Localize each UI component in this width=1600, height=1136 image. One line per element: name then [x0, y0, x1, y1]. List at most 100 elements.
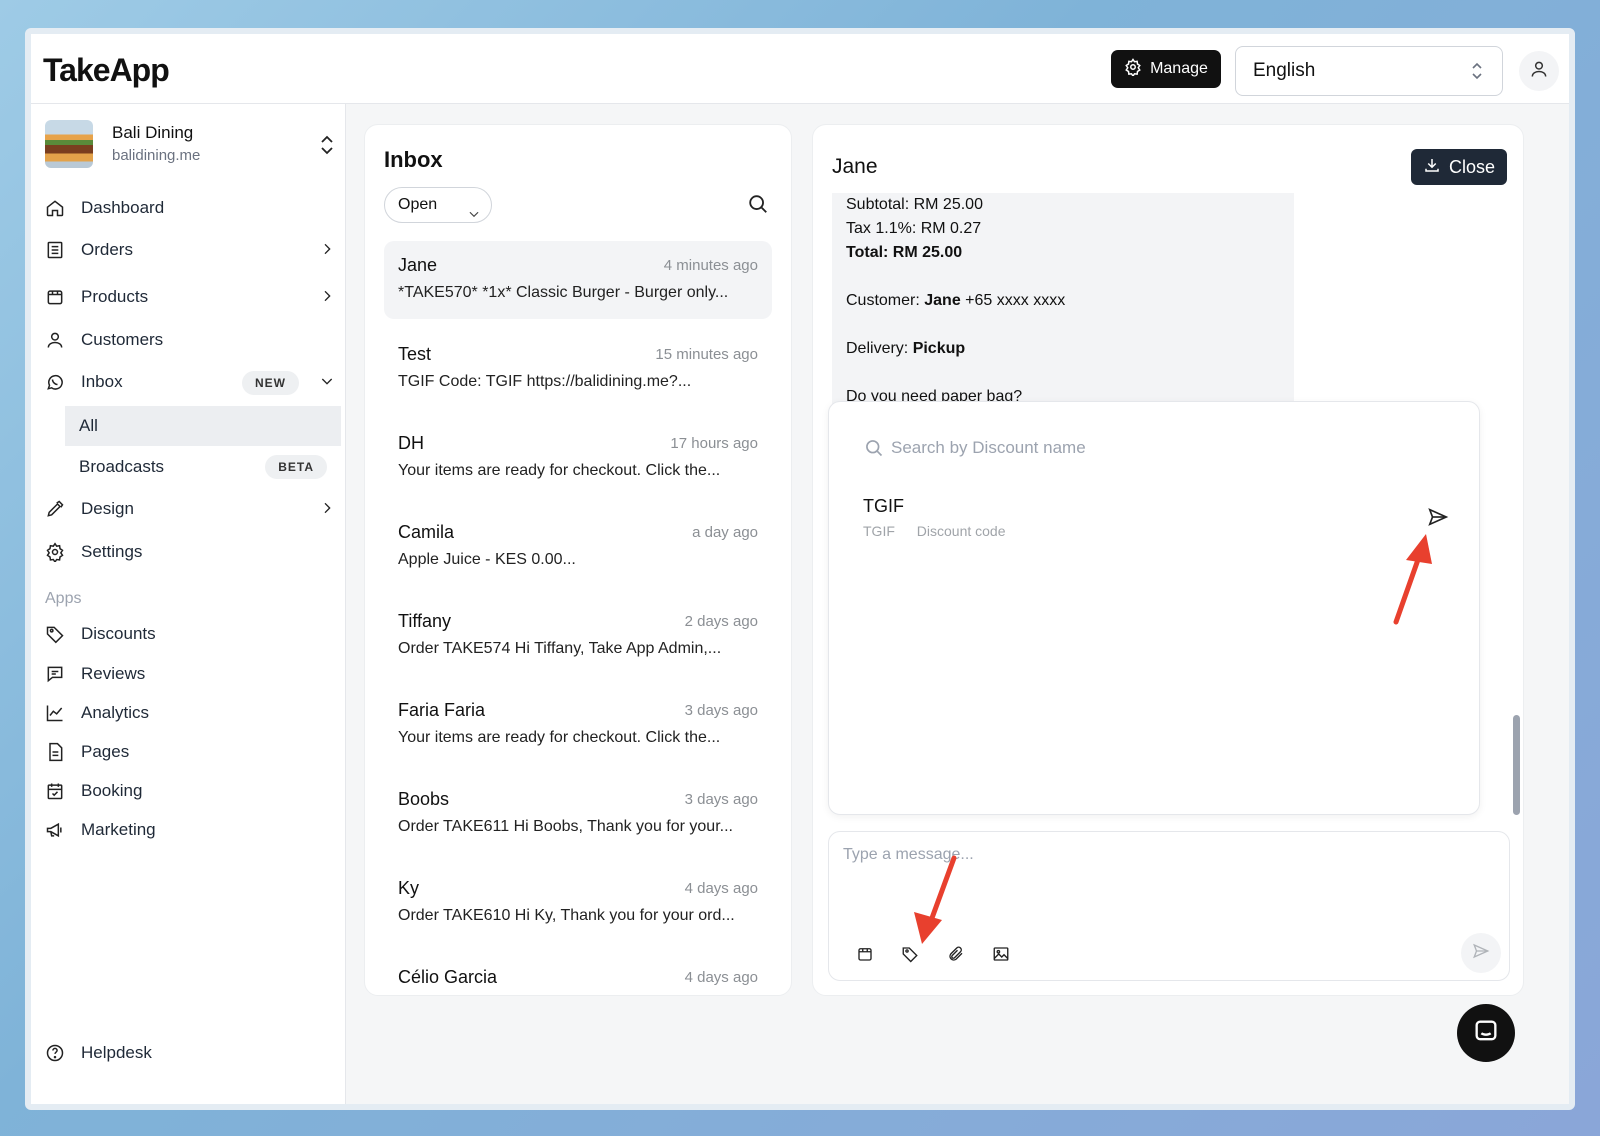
message-input[interactable] — [843, 846, 1483, 906]
language-select[interactable]: English — [1235, 46, 1503, 96]
conversation-item[interactable]: Camila a day ago Apple Juice - KES 0.00.… — [384, 508, 772, 586]
top-bar: TakeApp Manage English — [31, 34, 1569, 104]
sidebar-item-inbox[interactable]: Inbox NEW — [45, 364, 335, 400]
discount-name: TGIF — [863, 496, 904, 516]
sidebar: Bali Dining balidining.me Dashboard Orde… — [31, 104, 346, 1104]
calendar-check-icon — [45, 780, 71, 802]
sidebar-item-label: Broadcasts — [79, 457, 165, 476]
pen-icon — [45, 498, 71, 520]
status-filter-select[interactable]: Open — [384, 187, 492, 223]
sidebar-item-label: Helpdesk — [81, 1043, 152, 1062]
conversation-item[interactable]: Boobs 3 days ago Order TAKE611 Hi Boobs,… — [384, 775, 772, 853]
chat-bubble-icon — [1472, 1017, 1500, 1050]
gear-icon — [45, 541, 71, 563]
sidebar-subitem-all[interactable]: All — [65, 406, 341, 446]
sidebar-item-label: Dashboard — [81, 198, 165, 217]
chevron-right-icon — [319, 500, 335, 521]
chat-scrollbar[interactable] — [1513, 715, 1520, 815]
message-delivery: Delivery: Pickup — [846, 340, 966, 357]
sidebar-item-label: Reviews — [81, 664, 146, 683]
chevron-up-down-icon — [319, 134, 335, 161]
help-circle-icon — [45, 1042, 71, 1064]
support-chat-launcher[interactable] — [1457, 1004, 1515, 1062]
message-square-icon — [45, 663, 71, 685]
tag-icon — [45, 623, 71, 645]
sidebar-item-customers[interactable]: Customers — [45, 322, 335, 358]
sidebar-subitem-broadcasts[interactable]: Broadcasts BETA — [65, 447, 341, 487]
sidebar-item-dashboard[interactable]: Dashboard — [45, 190, 335, 226]
sidebar-item-label: Design — [81, 499, 134, 518]
conversation-preview: Order TAKE610 Hi Ky, Thank you for your … — [398, 907, 735, 924]
app-logo[interactable]: TakeApp — [43, 52, 170, 89]
image-icon[interactable] — [989, 942, 1013, 966]
send-message-button[interactable] — [1461, 933, 1501, 973]
discount-code: TGIF — [863, 523, 895, 539]
language-value: English — [1253, 60, 1316, 81]
chevron-down-icon — [467, 200, 481, 234]
download-icon — [1423, 156, 1441, 179]
conversation-preview: Apple Juice - KES 0.00... — [398, 551, 576, 568]
paperclip-icon[interactable] — [944, 942, 968, 966]
message-tax: Tax 1.1%: RM 0.27 — [846, 220, 982, 237]
user-avatar-button[interactable] — [1519, 51, 1559, 91]
sidebar-item-label: Orders — [81, 240, 133, 259]
beta-badge: BETA — [265, 455, 327, 479]
message-composer — [828, 831, 1510, 981]
whatsapp-icon — [45, 371, 71, 393]
document-icon — [45, 741, 71, 763]
conversation-item[interactable]: DH 17 hours ago Your items are ready for… — [384, 419, 772, 497]
conversation-time: 17 hours ago — [670, 435, 758, 452]
sidebar-item-label: Settings — [81, 542, 143, 561]
sidebar-item-label: Analytics — [81, 703, 150, 722]
tag-icon[interactable] — [898, 942, 922, 966]
sidebar-item-reviews[interactable]: Reviews — [45, 656, 335, 692]
megaphone-icon — [45, 819, 71, 841]
conversation-item[interactable]: Jane 4 minutes ago *TAKE570* *1x* Classi… — [384, 241, 772, 319]
chevron-down-icon — [319, 373, 335, 394]
sidebar-item-products[interactable]: Products — [45, 279, 335, 315]
sidebar-item-settings[interactable]: Settings — [45, 534, 335, 570]
store-avatar — [45, 120, 93, 168]
chevron-right-icon — [319, 288, 335, 309]
conversation-preview: Your items are ready for checkout. Click… — [398, 462, 721, 479]
conversation-preview: TGIF Code: TGIF https://balidining.me?..… — [398, 373, 692, 390]
sidebar-item-label: Customers — [81, 330, 164, 349]
send-icon[interactable] — [1427, 506, 1449, 533]
conversation-item[interactable]: Célio Garcia 4 days ago — [384, 953, 772, 995]
apps-section-label: Apps — [45, 590, 82, 607]
sidebar-item-label: Discounts — [81, 624, 156, 643]
chat-contact-name: Jane — [832, 155, 878, 178]
sidebar-item-discounts[interactable]: Discounts — [45, 616, 335, 652]
sidebar-item-helpdesk[interactable]: Helpdesk — [45, 1035, 335, 1071]
status-filter-value: Open — [398, 196, 438, 213]
conversation-item[interactable]: Ky 4 days ago Order TAKE610 Hi Ky, Thank… — [384, 864, 772, 942]
sidebar-item-analytics[interactable]: Analytics — [45, 695, 335, 731]
search-icon — [864, 438, 884, 463]
sidebar-item-orders[interactable]: Orders — [45, 232, 335, 268]
person-icon — [45, 329, 71, 351]
sidebar-item-design[interactable]: Design — [45, 491, 335, 527]
manage-button[interactable]: Manage — [1111, 50, 1221, 88]
conversation-item[interactable]: Tiffany 2 days ago Order TAKE574 Hi Tiff… — [384, 597, 772, 675]
sidebar-item-pages[interactable]: Pages — [45, 734, 335, 770]
conversation-item[interactable]: Test 15 minutes ago TGIF Code: TGIF http… — [384, 330, 772, 408]
conversation-time: 4 days ago — [684, 880, 758, 897]
close-conversation-button[interactable]: Close — [1411, 149, 1507, 185]
sidebar-item-booking[interactable]: Booking — [45, 773, 335, 809]
conversation-item[interactable]: Faria Faria 3 days ago Your items are re… — [384, 686, 772, 764]
discount-item[interactable]: TGIF TGIF Discount code — [863, 496, 1453, 546]
discount-search-input[interactable] — [891, 434, 1311, 462]
conversation-time: 2 days ago — [684, 613, 758, 630]
discount-meta: TGIF Discount code — [863, 523, 1453, 539]
box-icon[interactable] — [853, 942, 877, 966]
store-switcher[interactable]: Bali Dining balidining.me — [45, 120, 335, 170]
sidebar-item-marketing[interactable]: Marketing — [45, 812, 335, 848]
search-icon[interactable] — [747, 193, 769, 220]
conversation-time: 3 days ago — [684, 791, 758, 808]
home-icon — [45, 197, 71, 219]
chevron-up-down-icon — [1470, 60, 1484, 88]
conversation-preview: Order TAKE574 Hi Tiffany, Take App Admin… — [398, 640, 722, 657]
message-subtotal: Subtotal: RM 25.00 — [846, 196, 983, 213]
chat-panel: Jane Close Subtotal: RM 25.00 Tax 1.1%: … — [812, 124, 1524, 996]
conversation-time: 15 minutes ago — [655, 346, 758, 363]
